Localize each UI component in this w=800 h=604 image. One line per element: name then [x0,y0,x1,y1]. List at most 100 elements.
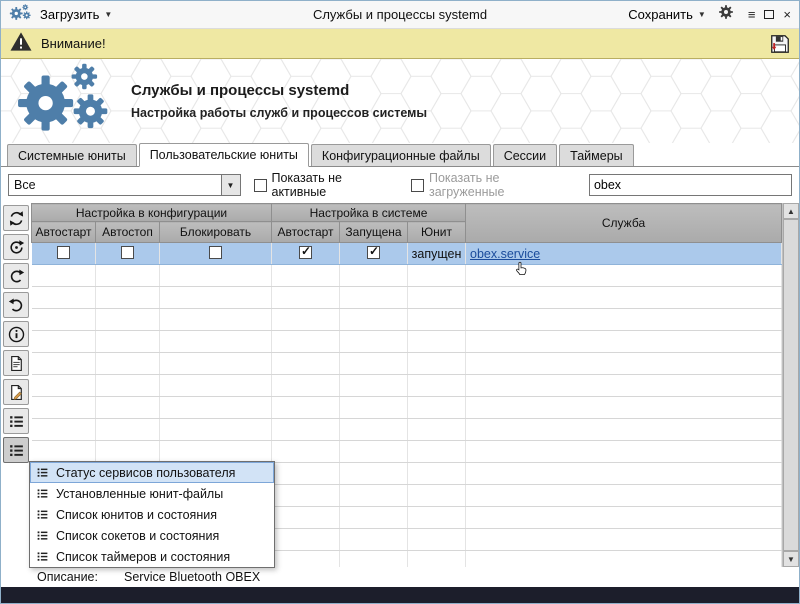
title-bar: Службы и процессы systemd Загрузить ▼ Со… [1,1,799,29]
warning-icon [9,31,33,57]
app-window: Службы и процессы systemd Загрузить ▼ Со… [0,0,800,604]
empty-row [31,352,782,375]
column-header: Юнит [407,221,466,243]
search-input[interactable] [588,174,792,196]
refresh-button[interactable] [3,205,29,231]
save-button-label: Сохранить [628,7,693,22]
tab-label: Конфигурационные файлы [321,148,480,163]
status-list-button[interactable] [3,437,29,463]
table-row[interactable]: запущен obex.service [31,242,782,265]
show-unloaded-checkbox: Показать не загруженные [410,171,576,199]
tab-bar: Системные юниты Пользовательские юниты К… [1,143,799,167]
tab-label: Пользовательские юниты [149,148,298,162]
filter-bar: Все ▼ Показать не активные Показать не з… [1,167,799,203]
chevron-down-icon: ▼ [697,10,706,19]
menu-item-sockets-list[interactable]: Список сокетов и состояния [30,525,274,546]
scroll-up-button[interactable]: ▲ [783,203,799,219]
menu-item-installed-unit-files[interactable]: Установленные юнит-файлы [30,483,274,504]
config-block-checkbox[interactable] [209,245,222,259]
menu-item-label: Статус сервисов пользователя [56,465,236,480]
empty-row [31,440,782,463]
menu-item-label: Список таймеров и состояния [56,549,231,564]
bottom-strip [1,587,799,603]
checkbox-box [410,178,424,192]
empty-row [31,308,782,331]
list-icon [36,550,49,563]
column-header: Запущена [339,221,408,243]
file-edit-button[interactable] [3,379,29,405]
load-button[interactable]: Загрузить ▼ [40,7,112,22]
list-icon [36,508,49,521]
empty-row [31,374,782,397]
tab-sessions[interactable]: Сессии [492,144,558,166]
checkbox-box[interactable] [253,178,267,192]
page-subtitle: Настройка работы служб и процессов систе… [131,106,428,120]
checkbox-label: Показать не активные [271,171,342,199]
scrollbar-thumb[interactable] [783,219,799,551]
empty-row [31,286,782,309]
restart-button[interactable] [3,234,29,260]
column-header: Автостоп [95,221,160,243]
tab-timers[interactable]: Таймеры [559,144,634,166]
system-running-checkbox[interactable] [367,244,380,259]
filter-combobox[interactable]: Все ▼ [8,174,241,196]
page-title: Службы и процессы systemd [131,82,350,99]
checkbox-label: Показать не загруженные [428,171,505,199]
warning-bar: Внимание! [1,29,799,59]
tab-system-units[interactable]: Системные юниты [7,144,137,166]
show-inactive-checkbox[interactable]: Показать не активные [253,171,398,199]
empty-row [31,264,782,287]
system-autostart-checkbox[interactable] [299,244,312,259]
tab-label: Системные юниты [18,148,126,163]
menu-item-user-services-status[interactable]: Статус сервисов пользователя [30,462,274,483]
group-header-config: Настройка в конфигурации [31,203,272,222]
list-icon [36,529,49,542]
page-header: Службы и процессы systemd Настройка рабо… [1,59,799,143]
description-label: Описание: [37,570,98,584]
undo-button[interactable] [3,292,29,318]
menu-item-label: Список юнитов и состояния [56,507,217,522]
column-header-service: Служба [465,203,782,243]
vertical-scrollbar[interactable]: ▲ ▼ [782,203,799,567]
list-icon [36,466,49,479]
scroll-down-button[interactable]: ▼ [783,551,799,567]
menu-item-label: Список сокетов и состояния [56,528,220,543]
list-icon [36,487,49,500]
window-menu-icon[interactable]: ≡ [748,8,756,21]
tab-user-units[interactable]: Пользовательские юниты [138,143,309,167]
chevron-down-icon[interactable]: ▼ [220,175,240,195]
menu-item-units-list[interactable]: Список юнитов и состояния [30,504,274,525]
tab-config-files[interactable]: Конфигурационные файлы [310,144,491,166]
maximize-button[interactable] [764,10,775,19]
tab-label: Таймеры [570,148,623,163]
chevron-down-icon: ▼ [104,10,113,19]
combobox-value: Все [14,178,36,192]
status-popup-menu: Статус сервисов пользователя Установленн… [29,461,275,568]
column-header: Автостарт [31,221,96,243]
config-autostop-checkbox[interactable] [121,245,134,259]
description-value: Service Bluetooth OBEX [124,570,261,584]
save-floppy-icon[interactable] [769,33,791,55]
main-area: Настройка в конфигурации Настройка в сис… [1,203,799,568]
empty-row [31,330,782,353]
empty-row [31,396,782,419]
left-toolbar [1,203,31,567]
hand-cursor-icon [513,259,530,284]
gears-logo [15,59,117,143]
redo-button[interactable] [3,263,29,289]
app-gears-icon [9,3,33,27]
file-button[interactable] [3,350,29,376]
info-button[interactable] [3,321,29,347]
tab-label: Сессии [503,148,547,163]
config-autostart-checkbox[interactable] [56,245,70,259]
save-button[interactable]: Сохранить ▼ [628,7,706,22]
warning-label: Внимание! [41,36,106,51]
close-button[interactable]: × [783,8,791,21]
list-button[interactable] [3,408,29,434]
settings-gear-icon[interactable] [718,4,734,25]
load-button-label: Загрузить [40,7,100,22]
scrollbar-track[interactable] [783,219,799,551]
menu-item-timers-list[interactable]: Список таймеров и состояния [30,546,274,567]
status-bar: Описание: Service Bluetooth OBEX [1,567,799,587]
column-header: Автостарт [271,221,340,243]
